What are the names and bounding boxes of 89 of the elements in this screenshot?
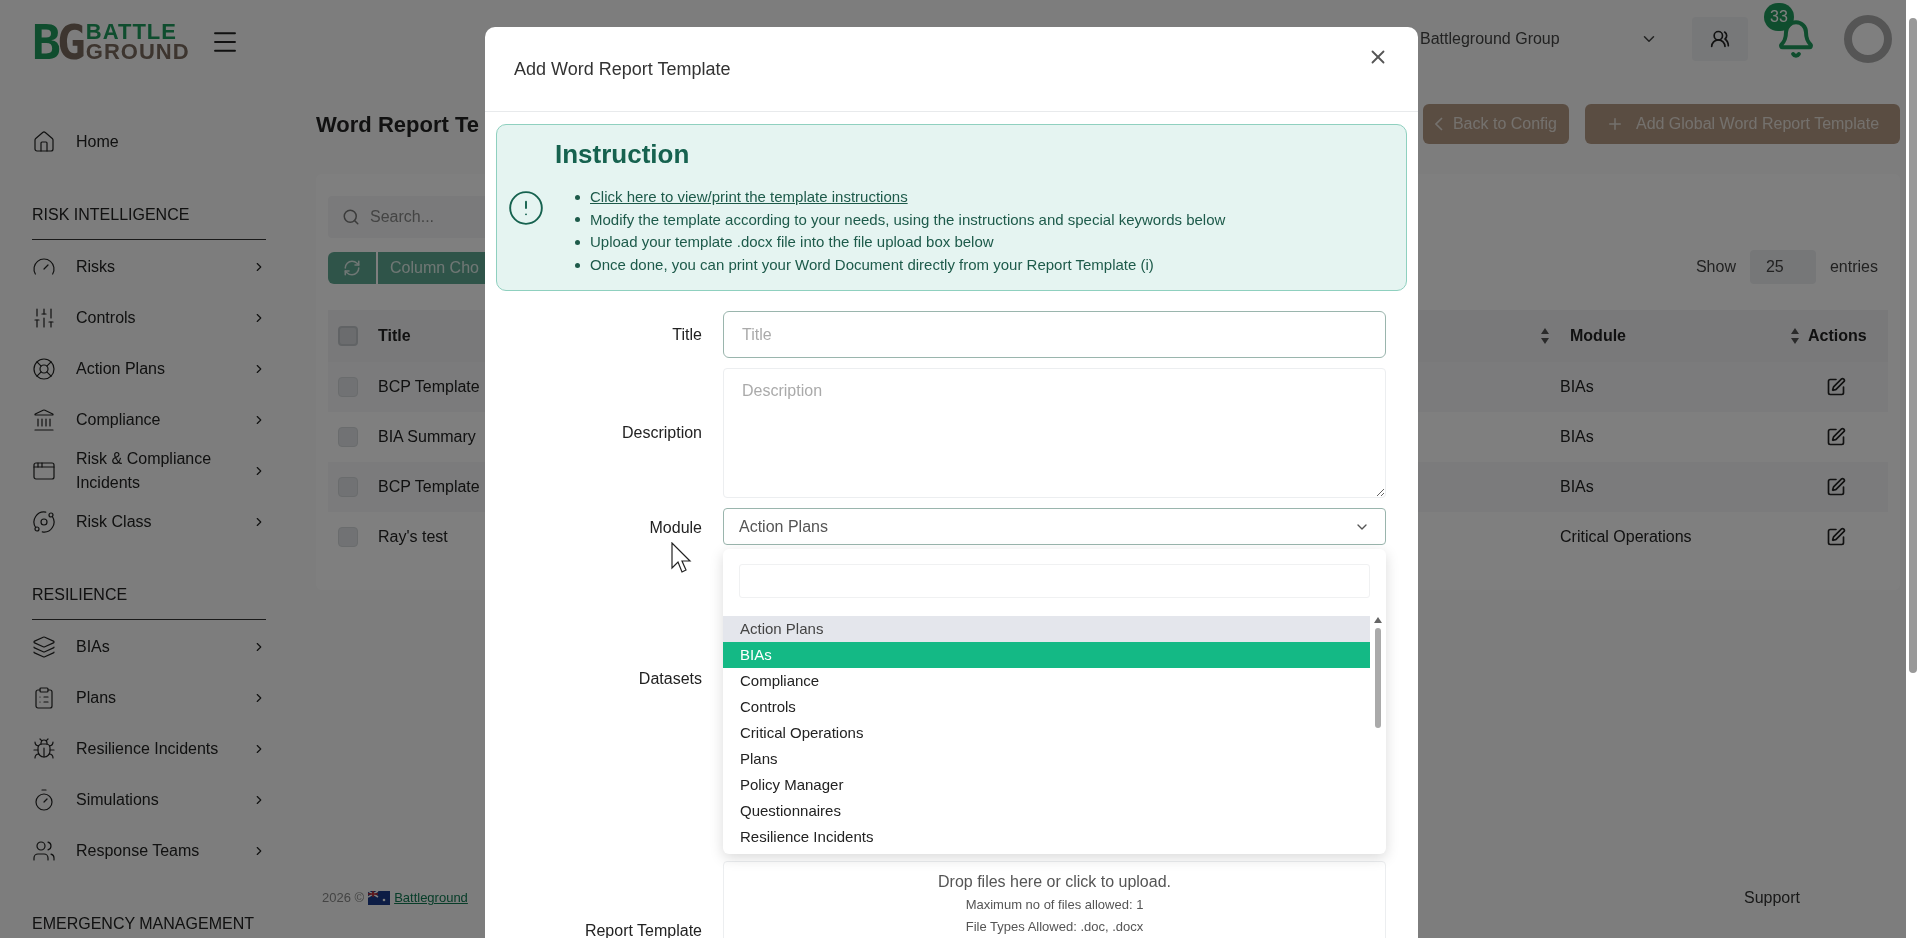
dropdown-option[interactable]: Action Plans <box>723 616 1370 642</box>
home-icon <box>32 129 56 154</box>
cursor-icon <box>671 542 693 574</box>
field-label: Datasets <box>638 669 702 689</box>
layers-icon <box>32 634 56 659</box>
upload-types-text: File Types Allowed: .doc, .docx <box>965 918 1144 936</box>
table-cell: BCP Template <box>378 378 480 395</box>
instruction-heading: Instruction <box>555 138 691 171</box>
checklist-icon <box>32 685 56 710</box>
sidebar-item[interactable]: Resilience Incidents <box>32 723 266 774</box>
sidebar-item[interactable]: Simulations <box>32 774 266 825</box>
dropdown-option[interactable]: Compliance <box>723 668 1370 694</box>
sidebar-item[interactable]: Plans <box>32 672 266 723</box>
dropdown-option[interactable]: Plans <box>723 746 1370 772</box>
team-button[interactable] <box>1692 17 1748 61</box>
table-cell-text: BIAs <box>1559 377 1595 397</box>
sort-icon[interactable] <box>1790 327 1800 345</box>
sidebar-item[interactable]: Risk Class <box>32 496 266 547</box>
chevron-icon <box>1434 117 1443 131</box>
search-icon <box>342 208 360 226</box>
sidebar-item[interactable]: Action Plans <box>32 343 266 394</box>
table-cell: BIA Summary <box>378 428 476 445</box>
entries-label: entries <box>1829 257 1878 277</box>
dropdown-option[interactable]: Policy Manager <box>723 772 1370 798</box>
sidebar-item[interactable]: Response Teams <box>32 825 266 876</box>
upload-prompt: Drop files here or click to upload. <box>938 872 1171 892</box>
bullet-icon <box>575 240 580 245</box>
checkbox[interactable] <box>338 326 358 346</box>
bug-icon <box>32 736 56 761</box>
org-selector[interactable]: Battleground Group <box>1392 17 1672 61</box>
edit-icon[interactable] <box>1826 377 1846 397</box>
field-label: Title <box>672 324 702 345</box>
scroll-up-arrow-icon[interactable] <box>1373 616 1383 624</box>
lifebuoy-icon <box>32 356 56 381</box>
sidebar-item[interactable]: BIAs <box>32 621 266 672</box>
dropdown-option[interactable]: Controls <box>723 694 1370 720</box>
description-field[interactable]: Description <box>723 368 1386 498</box>
dropdown-option[interactable]: BIAs <box>723 642 1370 668</box>
table-cell-text: BIAs <box>1559 477 1595 497</box>
edit-icon[interactable] <box>1826 427 1846 447</box>
field-label: Description <box>621 423 702 443</box>
bullet-icon <box>575 262 580 268</box>
refresh-button[interactable] <box>328 252 376 284</box>
people-icon <box>1710 29 1730 49</box>
page-title: Word Report Te <box>316 110 479 139</box>
sidebar-item[interactable]: Controls <box>32 292 266 343</box>
notification-badge: 33 <box>1764 3 1794 31</box>
bullet-icon <box>575 194 580 200</box>
file-upload-area[interactable]: Drop files here or click to upload. Maximum no of files allowed: 1 File Types Allowed: .doc, .docx <box>723 861 1386 938</box>
table-cell-text: BIAs <box>1559 427 1595 447</box>
table-cell: BCP Template <box>378 478 480 495</box>
timer-icon <box>32 787 56 812</box>
edit-icon[interactable] <box>1826 477 1846 497</box>
avatar[interactable] <box>1844 15 1892 63</box>
scrollbar-thumb[interactable] <box>1375 628 1381 728</box>
column-header[interactable]: Module <box>1570 324 1626 348</box>
field-label: Module <box>649 518 702 538</box>
sort-icon[interactable] <box>1540 327 1550 345</box>
copyright-text: 2026 © <box>322 889 365 908</box>
modal-title: Add Word Report Template <box>514 57 731 81</box>
show-label: Show <box>1695 257 1736 277</box>
support-link[interactable]: Support <box>1743 886 1800 910</box>
orbit-icon <box>32 509 56 534</box>
flag-icon <box>368 891 391 905</box>
column-header: Actions <box>1808 326 1868 346</box>
people-icon <box>32 838 56 863</box>
refresh-icon <box>343 259 361 277</box>
dropdown-option[interactable]: Questionnaires <box>723 798 1370 824</box>
title-field[interactable]: Title <box>723 311 1386 358</box>
section-heading: RESILIENCE <box>32 583 266 620</box>
sidebar-item[interactable]: Risks <box>32 241 266 292</box>
upload-limit-text: Maximum no of files allowed: 1 <box>965 896 1144 914</box>
page-size-field[interactable]: 25 <box>1749 250 1816 284</box>
instruction-text: Once done, you can print your Word Document directly from your Report Template (i) <box>590 254 1154 275</box>
alert-icon <box>507 188 545 227</box>
sidebar-item[interactable]: Home <box>32 116 266 167</box>
edit-icon[interactable] <box>1826 527 1846 547</box>
section-heading: RISK INTELLIGENCE <box>32 203 266 240</box>
table-cell: Ray's test <box>378 528 448 545</box>
bank-icon <box>32 407 56 432</box>
company-link[interactable]: Battleground <box>394 888 468 908</box>
dropdown-option[interactable]: Critical Operations <box>723 720 1370 746</box>
dropdown-option[interactable]: Resilience Incidents <box>723 824 1370 850</box>
bullet-icon <box>575 217 580 223</box>
module-select[interactable]: Action Plans <box>723 508 1386 545</box>
table-cell-text: Critical Operations <box>1559 527 1693 547</box>
sidebar-item[interactable]: Risk & Compliance Incidents <box>32 445 266 496</box>
sidebar-item[interactable]: Compliance <box>32 394 266 445</box>
section-heading: EMERGENCY MANAGEMENT <box>32 912 266 938</box>
